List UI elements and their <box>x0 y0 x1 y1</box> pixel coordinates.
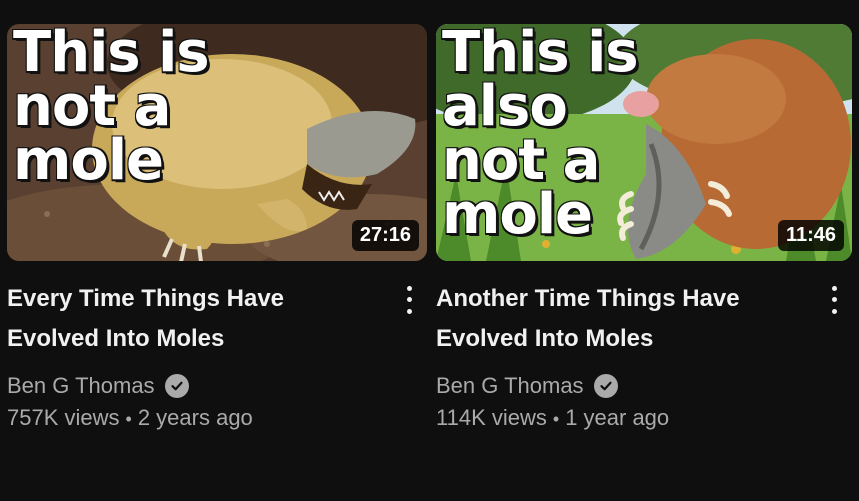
view-count: 114K views <box>436 405 547 430</box>
video-card: This is not a mole 27:16 Every Time Thin… <box>7 24 427 431</box>
view-count: 757K views <box>7 405 120 430</box>
thumbnail-caption: This is also not a mole <box>441 24 640 247</box>
video-grid: This is not a mole 27:16 Every Time Thin… <box>0 0 859 501</box>
channel-name[interactable]: Ben G Thomas <box>7 373 387 399</box>
separator-dot: • <box>125 409 132 429</box>
duration-badge: 11:46 <box>777 220 844 251</box>
verified-check-icon <box>593 374 618 398</box>
video-card: This is also not a mole 11:46 Another Ti… <box>436 24 852 431</box>
video-title[interactable]: Every Time Things Have Evolved Into Mole… <box>7 279 387 359</box>
video-stats: 757K views • 2 years ago <box>7 405 387 431</box>
channel-name[interactable]: Ben G Thomas <box>436 373 812 399</box>
verified-check-icon <box>164 374 189 398</box>
upload-age: 1 year ago <box>565 405 670 430</box>
video-details: Another Time Things Have Evolved Into Mo… <box>436 279 852 431</box>
video-stats: 114K views • 1 year ago <box>436 405 812 431</box>
upload-age: 2 years ago <box>137 405 253 430</box>
video-thumbnail[interactable]: This is also not a mole 11:46 <box>436 24 852 261</box>
video-thumbnail[interactable]: This is not a mole 27:16 <box>7 24 427 261</box>
video-title[interactable]: Another Time Things Have Evolved Into Mo… <box>436 279 812 359</box>
thumbnail-caption: This is not a mole <box>12 24 211 193</box>
duration-badge: 27:16 <box>351 220 419 251</box>
more-vert-icon[interactable] <box>399 283 419 317</box>
video-details: Every Time Things Have Evolved Into Mole… <box>7 279 427 431</box>
more-vert-icon[interactable] <box>824 283 844 317</box>
separator-dot: • <box>552 409 560 429</box>
